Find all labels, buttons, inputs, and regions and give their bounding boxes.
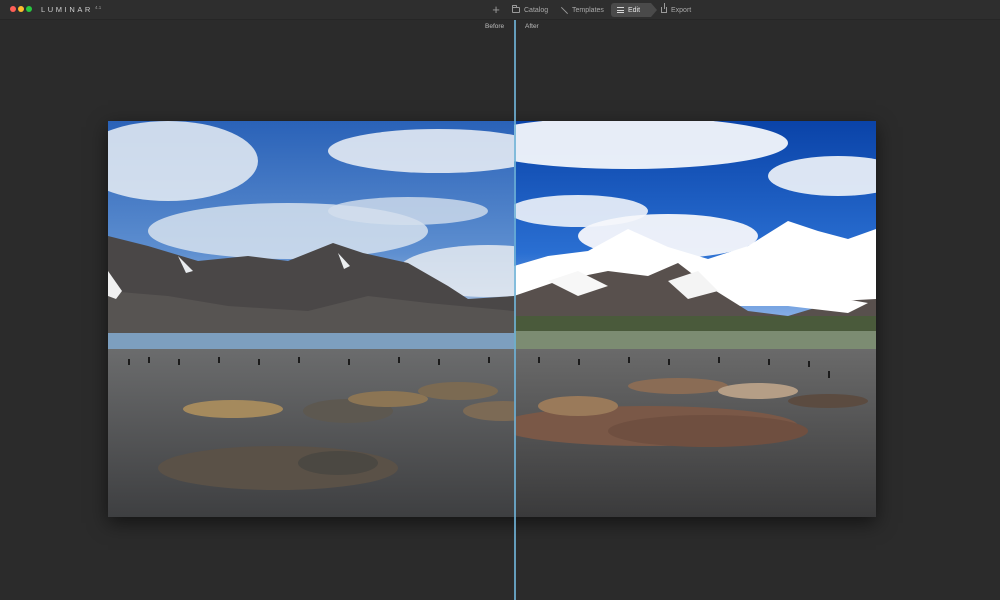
window-close-button[interactable] (10, 6, 16, 12)
tab-edit[interactable]: Edit (611, 3, 657, 17)
after-label: After (525, 23, 539, 30)
sliders-icon (617, 7, 624, 13)
tab-edit-label: Edit (628, 6, 641, 14)
window-maximize-button[interactable] (26, 6, 32, 12)
app-logo-text: LUMINAR (41, 5, 93, 14)
window-minimize-button[interactable] (18, 6, 24, 12)
before-label: Before (485, 23, 505, 30)
tab-catalog-label: Catalog (524, 6, 549, 14)
app-logo: LUMINAR 4.1 (41, 5, 101, 14)
tab-templates[interactable]: Templates (555, 3, 610, 17)
tab-templates-label: Templates (572, 6, 604, 14)
tab-export[interactable]: Export (655, 3, 697, 17)
magic-wand-icon (561, 7, 568, 14)
app-version: 4.1 (94, 5, 102, 10)
title-bar: LUMINAR 4.1 + Catalog Templates Edit Expo… (0, 0, 1000, 20)
folder-icon (512, 5, 520, 13)
share-icon (661, 3, 667, 13)
tab-catalog[interactable]: Catalog (506, 3, 554, 17)
photo-canvas[interactable] (108, 121, 876, 517)
before-after-divider[interactable] (514, 20, 516, 600)
tab-export-label: Export (671, 6, 692, 14)
add-plus-icon[interactable]: + (490, 2, 502, 17)
landscape-photo (108, 121, 876, 517)
